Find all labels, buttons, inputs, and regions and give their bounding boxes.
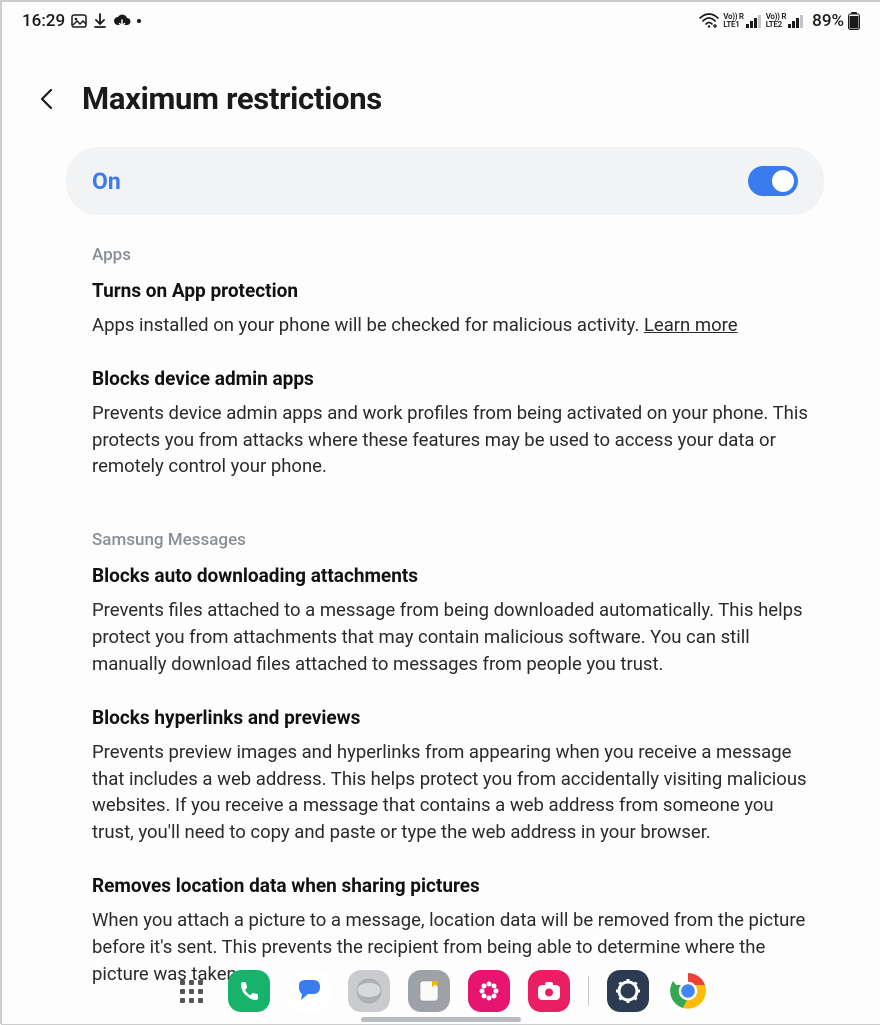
section-label-apps: Apps bbox=[92, 245, 808, 265]
status-left: 16:29 bbox=[22, 11, 141, 31]
item-title: Turns on App protection bbox=[92, 279, 808, 302]
picture-icon bbox=[71, 13, 87, 29]
item-desc: Prevents preview images and hyperlinks f… bbox=[92, 739, 808, 846]
notes-app-icon[interactable] bbox=[408, 970, 450, 1012]
chrome-app-icon[interactable] bbox=[667, 970, 709, 1012]
item-title: Blocks auto downloading attachments bbox=[92, 564, 808, 587]
battery-percent: 89% bbox=[812, 11, 844, 31]
status-bar: 16:29 Vo)) R LTE1 Vo)) R LTE2 bbox=[2, 2, 880, 40]
page-header: Maximum restrictions bbox=[2, 40, 880, 147]
content: Apps Turns on App protection Apps instal… bbox=[2, 215, 880, 987]
chevron-left-icon bbox=[37, 87, 57, 111]
download-icon bbox=[93, 13, 107, 29]
item-desc: Apps installed on your phone will be che… bbox=[92, 312, 808, 339]
sim2-group: Vo)) R LTE2 bbox=[766, 13, 804, 29]
internet-app-icon[interactable] bbox=[348, 970, 390, 1012]
master-toggle-card[interactable]: On bbox=[66, 147, 824, 215]
item-title: Blocks hyperlinks and previews bbox=[92, 706, 808, 729]
setting-item-block-hyperlinks: Blocks hyperlinks and previews Prevents … bbox=[92, 706, 808, 846]
item-title: Removes location data when sharing pictu… bbox=[92, 874, 808, 897]
dock bbox=[2, 970, 880, 1012]
page-title: Maximum restrictions bbox=[82, 80, 382, 117]
cloud-download-icon bbox=[113, 14, 131, 28]
signal-icon bbox=[788, 14, 804, 28]
toggle-label: On bbox=[92, 168, 121, 195]
item-desc: Prevents device admin apps and work prof… bbox=[92, 400, 808, 480]
setting-item-app-protection: Turns on App protection Apps installed o… bbox=[92, 279, 808, 339]
gallery-app-icon[interactable] bbox=[468, 970, 510, 1012]
item-desc: Prevents files attached to a message fro… bbox=[92, 597, 808, 677]
setting-item-block-auto-download: Blocks auto downloading attachments Prev… bbox=[92, 564, 808, 677]
more-notifications-icon bbox=[137, 19, 141, 23]
battery-icon bbox=[848, 12, 860, 30]
signal-icon bbox=[746, 14, 762, 28]
toggle-switch[interactable] bbox=[748, 166, 798, 196]
messages-app-icon[interactable] bbox=[288, 970, 330, 1012]
status-right: Vo)) R LTE1 Vo)) R LTE2 89% bbox=[699, 11, 860, 31]
back-button[interactable] bbox=[32, 84, 62, 114]
apps-drawer-button[interactable] bbox=[174, 973, 210, 1009]
item-title: Blocks device admin apps bbox=[92, 367, 808, 390]
wifi-icon bbox=[699, 13, 719, 29]
settings-app-icon[interactable] bbox=[607, 970, 649, 1012]
learn-more-link[interactable]: Learn more bbox=[644, 314, 738, 336]
nav-handle[interactable] bbox=[361, 1017, 521, 1022]
section-label-messages: Samsung Messages bbox=[92, 530, 808, 550]
toggle-knob bbox=[772, 170, 794, 192]
dock-separator bbox=[588, 976, 589, 1006]
setting-item-block-admin-apps: Blocks device admin apps Prevents device… bbox=[92, 367, 808, 480]
camera-app-icon[interactable] bbox=[528, 970, 570, 1012]
status-time: 16:29 bbox=[22, 11, 65, 31]
phone-app-icon[interactable] bbox=[228, 970, 270, 1012]
sim1-group: Vo)) R LTE1 bbox=[723, 13, 761, 29]
